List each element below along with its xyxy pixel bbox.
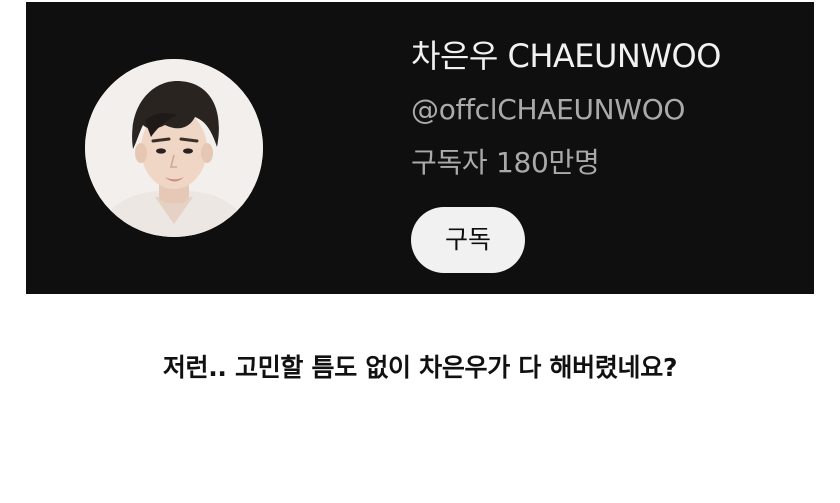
channel-header-card: 차은우 CHAEUNWOO @offclCHAEUNWOO 구독자 180만명 … (26, 2, 814, 294)
channel-name[interactable]: 차은우 CHAEUNWOO (411, 36, 721, 76)
screenshot-page: 차은우 CHAEUNWOO @offclCHAEUNWOO 구독자 180만명 … (0, 0, 840, 503)
subscriber-count: 구독자 180만명 (411, 146, 600, 179)
subscribe-button[interactable]: 구독 (411, 207, 525, 273)
channel-handle[interactable]: @offclCHAEUNWOO (411, 92, 685, 128)
caption-text: 저런.. 고민할 틈도 없이 차은우가 다 해버렸네요? (162, 353, 678, 382)
avatar-portrait-icon (85, 59, 263, 237)
channel-avatar[interactable] (85, 59, 263, 237)
